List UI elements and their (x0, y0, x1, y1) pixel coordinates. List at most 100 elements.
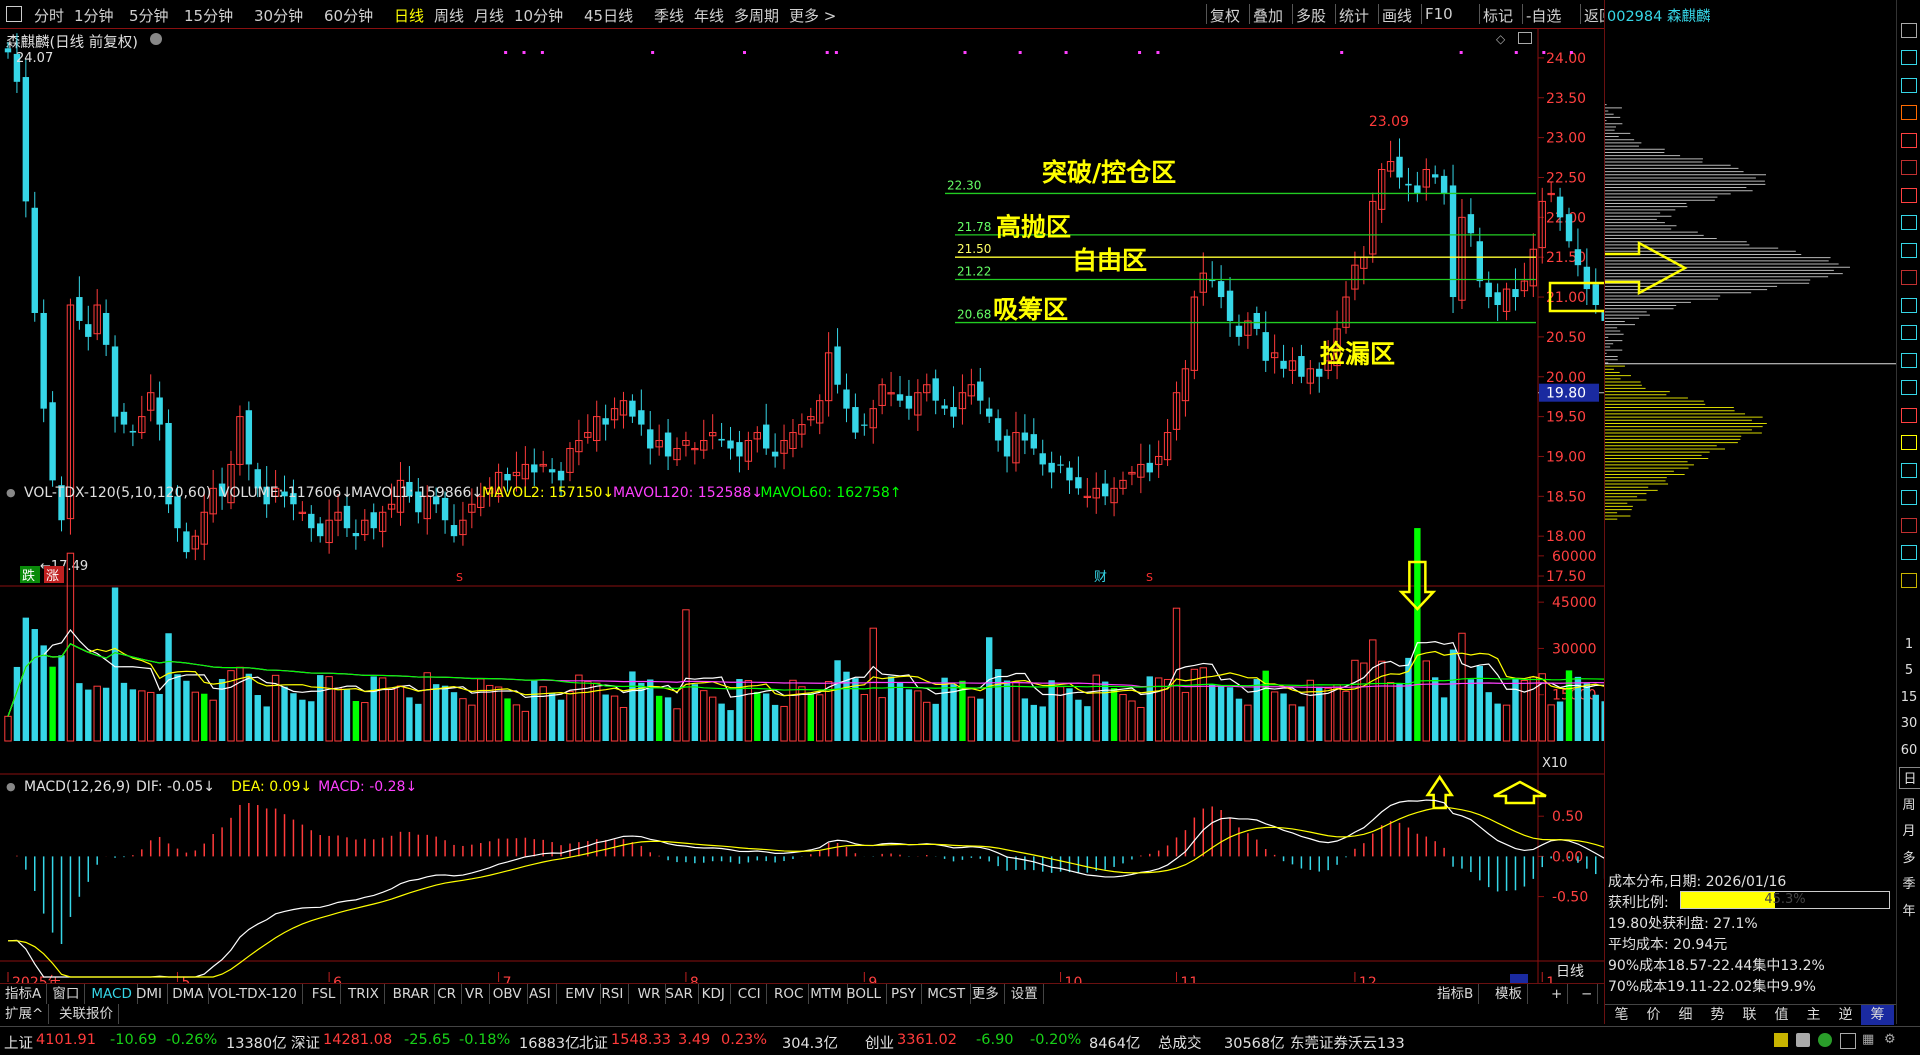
right-tab-6[interactable]: 主 (1797, 1005, 1830, 1025)
window-mode-icon[interactable] (1840, 1033, 1856, 1049)
bz-val[interactable]: 1548.33 (611, 1032, 671, 1048)
bottom-minus[interactable]: − (1576, 984, 1599, 1004)
period-2[interactable]: 5分钟 (129, 5, 169, 26)
period-3[interactable]: 15分钟 (184, 5, 233, 26)
period-shortcut-2[interactable]: 15 (1899, 687, 1919, 707)
right-tab-5[interactable]: 值 (1765, 1005, 1798, 1025)
target-icon[interactable] (1899, 378, 1919, 398)
period-4[interactable]: 30分钟 (254, 5, 303, 26)
period-10[interactable]: 45日线 (584, 5, 633, 26)
toolbar-btn-3[interactable]: 统计 (1339, 5, 1369, 26)
kline-icon[interactable] (1899, 185, 1919, 205)
fx-icon[interactable] (1899, 350, 1919, 370)
indicator-tab-10[interactable]: VR (460, 984, 490, 1004)
indicator-tab-0[interactable]: 指标A (0, 984, 48, 1004)
period-shortcut-1[interactable]: 5 (1899, 661, 1919, 681)
grid-icon[interactable]: ▦ (1862, 1032, 1874, 1047)
period-shortcut-8[interactable]: 多 (1899, 846, 1919, 866)
period-0[interactable]: 分时 (34, 5, 64, 26)
arrow-up-icon[interactable] (1899, 48, 1919, 68)
indicator-tab-9[interactable]: CR (432, 984, 462, 1004)
pen-icon[interactable] (1899, 515, 1919, 535)
period-11[interactable]: 季线 (654, 5, 684, 26)
right-tab-7[interactable]: 逆 (1829, 1005, 1862, 1025)
indicator-tab-7[interactable]: TRIX (343, 984, 385, 1004)
scroll-up-icon[interactable] (1899, 20, 1919, 40)
chat-icon[interactable] (1899, 295, 1919, 315)
related-quote-button[interactable]: 关联报价 (54, 1004, 119, 1024)
kline-chart[interactable]: 24.0023.5023.0022.5022.0021.5021.0020.50… (0, 29, 1604, 983)
f10-icon[interactable] (1899, 268, 1919, 288)
indicator-tab-12[interactable]: ASI (524, 984, 557, 1004)
toolbar-btn-2[interactable]: 多股 (1296, 5, 1326, 26)
period-9[interactable]: 10分钟 (514, 5, 563, 26)
indicator-tab-19[interactable]: ROC (769, 984, 810, 1004)
right-tab-3[interactable]: 势 (1701, 1005, 1734, 1025)
toolbar-btn-0[interactable]: 复权 (1210, 5, 1240, 26)
indicator-tab-16[interactable]: SAR (660, 984, 699, 1004)
cy-val[interactable]: 3361.02 (897, 1032, 957, 1048)
right-tab-1[interactable]: 价 (1637, 1005, 1670, 1025)
toolbar-btn-1[interactable]: 叠加 (1253, 5, 1283, 26)
period-shortcut-4[interactable]: 60 (1899, 740, 1919, 760)
period-shortcut-9[interactable]: 季 (1899, 873, 1919, 893)
period-6[interactable]: 日线 (394, 5, 424, 26)
indicator-tab-25[interactable]: 设置 (1006, 984, 1044, 1004)
message-icon[interactable] (1796, 1033, 1810, 1047)
right-tab-8[interactable]: 筹 (1861, 1005, 1894, 1025)
indicator-tab-11[interactable]: OBV (488, 984, 528, 1004)
indicator-tab-6[interactable]: FSL (307, 984, 342, 1004)
move-icon[interactable] (1899, 488, 1919, 508)
period-5[interactable]: 60分钟 (324, 5, 373, 26)
sh-val[interactable]: 4101.91 (36, 1032, 96, 1048)
circle-icon[interactable] (1899, 405, 1919, 425)
connection-icon[interactable] (1818, 1033, 1832, 1047)
settings-icon[interactable]: ⚙ (1884, 1032, 1896, 1047)
sz-val[interactable]: 14281.08 (323, 1032, 392, 1048)
indicator-tab-14[interactable]: RSI (596, 984, 630, 1004)
rsi-icon[interactable] (1899, 433, 1919, 453)
calendar-icon[interactable] (1899, 213, 1919, 233)
indicator-tab-5[interactable]: VOL-TDX-120 (203, 984, 303, 1004)
indicator-tab-8[interactable]: BRAR (388, 984, 436, 1004)
arrow-down-icon[interactable] (1899, 75, 1919, 95)
bottom-template[interactable]: 模板 (1490, 984, 1528, 1004)
expand-button[interactable]: 扩展^ (0, 1004, 50, 1024)
toolbar-btn-5[interactable]: F10 (1425, 5, 1453, 23)
indicator-tab-13[interactable]: EMV (560, 984, 601, 1004)
toolbar-btn-7[interactable]: -自选 (1526, 5, 1561, 26)
period-13[interactable]: 多周期 (734, 5, 779, 26)
indicator-tab-3[interactable]: DMI (131, 984, 169, 1004)
period-shortcut-0[interactable]: 1 (1899, 634, 1919, 654)
refresh-icon[interactable] (1899, 570, 1919, 590)
layout-toggle-icon[interactable] (6, 6, 22, 22)
toolbar-btn-6[interactable]: 标记 (1483, 5, 1513, 26)
right-tab-4[interactable]: 联 (1733, 1005, 1766, 1025)
right-tab-0[interactable]: 笔 (1605, 1005, 1638, 1025)
indicator-tab-23[interactable]: MCST (922, 984, 972, 1004)
period-shortcut-6[interactable]: 周 (1899, 793, 1919, 813)
money-icon[interactable] (1899, 460, 1919, 480)
period-8[interactable]: 月线 (474, 5, 504, 26)
right-tab-2[interactable]: 细 (1669, 1005, 1702, 1025)
period-1[interactable]: 1分钟 (74, 5, 114, 26)
indicator-tab-17[interactable]: KDJ (697, 984, 731, 1004)
bottom-plus[interactable]: + (1546, 984, 1569, 1004)
grid-icon[interactable] (1899, 130, 1919, 150)
tools-icon[interactable] (1899, 323, 1919, 343)
line-chart-icon[interactable] (1899, 158, 1919, 178)
period-shortcut-10[interactable]: 年 (1899, 899, 1919, 919)
list-icon[interactable] (1899, 103, 1919, 123)
f5-icon[interactable] (1899, 543, 1919, 563)
indicator-tab-22[interactable]: PSY (886, 984, 922, 1004)
period-shortcut-3[interactable]: 30 (1899, 714, 1919, 734)
indicator-tab-24[interactable]: 更多 (967, 984, 1005, 1004)
period-shortcut-7[interactable]: 月 (1899, 820, 1919, 840)
indicator-tab-21[interactable]: BOLL (841, 984, 888, 1004)
period-shortcut-5[interactable]: 日 (1899, 766, 1920, 789)
period-7[interactable]: 周线 (434, 5, 464, 26)
indicator-tab-1[interactable]: 窗口 (47, 984, 86, 1004)
toolbar-btn-4[interactable]: 画线 (1382, 5, 1412, 26)
book-icon[interactable] (1899, 240, 1919, 260)
lock-icon[interactable] (1774, 1033, 1788, 1047)
